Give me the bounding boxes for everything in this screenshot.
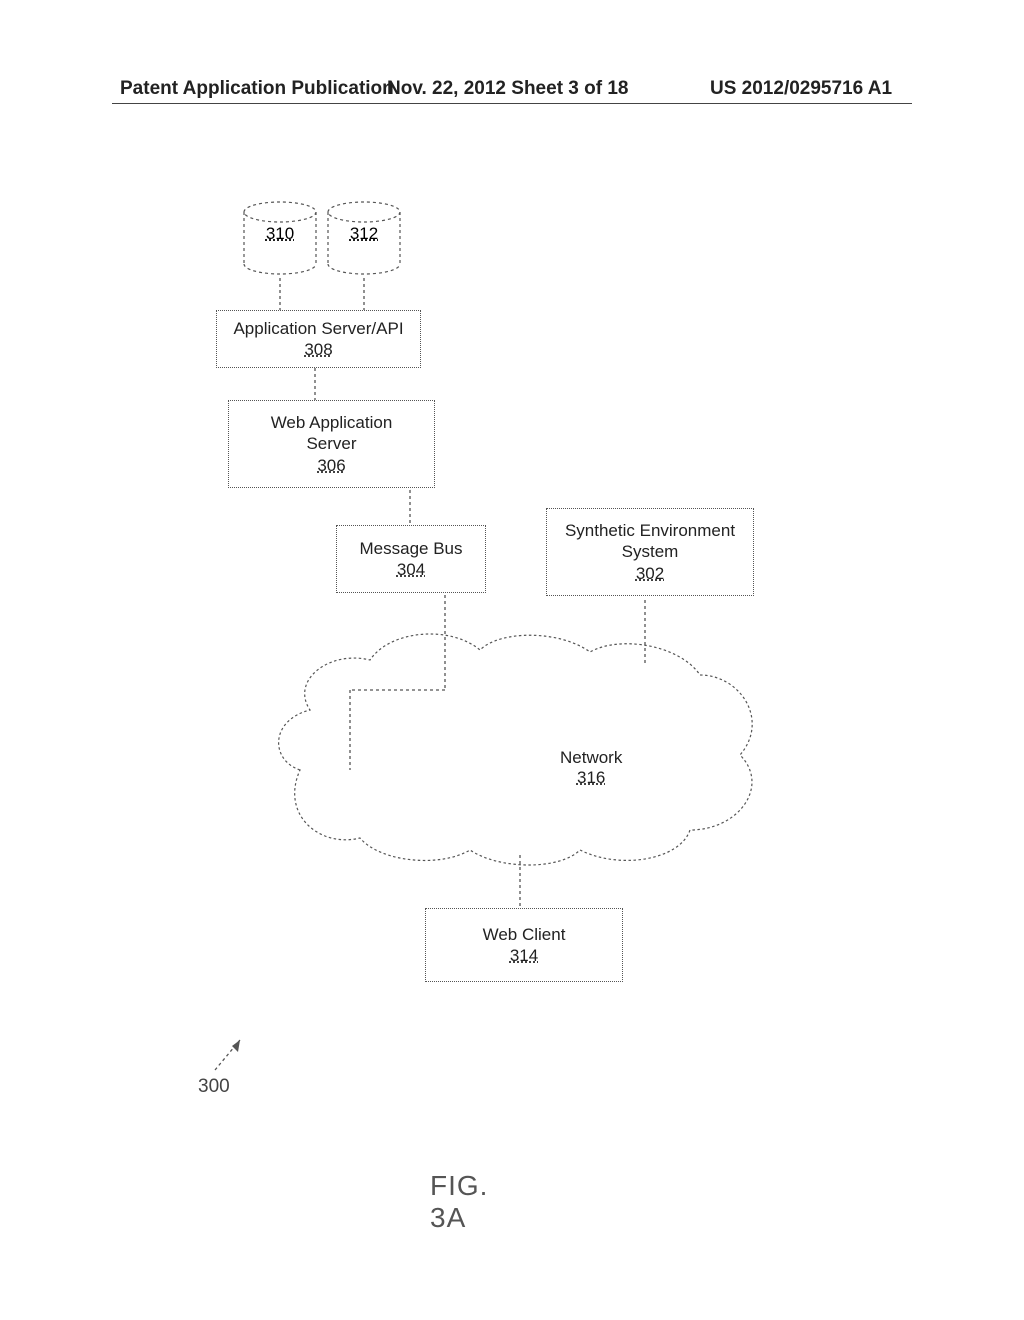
network-ref: 316 [577, 768, 605, 787]
connectors-svg [0, 0, 1024, 1320]
synthetic-environment-label2: System [622, 541, 679, 562]
web-client-label: Web Client [483, 924, 566, 945]
figure-label: FIG. 3A [430, 1170, 488, 1234]
db-left-ref: 310 [266, 224, 294, 243]
synthetic-environment-system-box: Synthetic Environment System 302 [546, 508, 754, 596]
message-bus-box: Message Bus 304 [336, 525, 486, 593]
application-server-api-label: Application Server/API [233, 318, 403, 339]
page: Patent Application Publication Nov. 22, … [0, 0, 1024, 1320]
web-client-ref: 314 [510, 945, 538, 966]
message-bus-ref: 304 [397, 559, 425, 580]
message-bus-label: Message Bus [360, 538, 463, 559]
web-application-server-ref: 306 [317, 455, 345, 476]
database-cylinder-left: 310 [241, 200, 319, 274]
db-right-ref: 312 [350, 224, 378, 243]
network-label-group: Network 316 [560, 748, 622, 788]
synthetic-environment-label1: Synthetic Environment [565, 520, 735, 541]
figure-reference-number: 300 [198, 1076, 230, 1098]
application-server-api-ref: 308 [304, 339, 332, 360]
synthetic-environment-ref: 302 [636, 563, 664, 584]
web-application-server-label1: Web Application [271, 412, 393, 433]
application-server-api-box: Application Server/API 308 [216, 310, 421, 368]
web-application-server-box: Web Application Server 306 [228, 400, 435, 488]
database-cylinder-right: 312 [325, 200, 403, 274]
web-client-box: Web Client 314 [425, 908, 623, 982]
network-label: Network [560, 748, 622, 768]
web-application-server-label2: Server [306, 433, 356, 454]
